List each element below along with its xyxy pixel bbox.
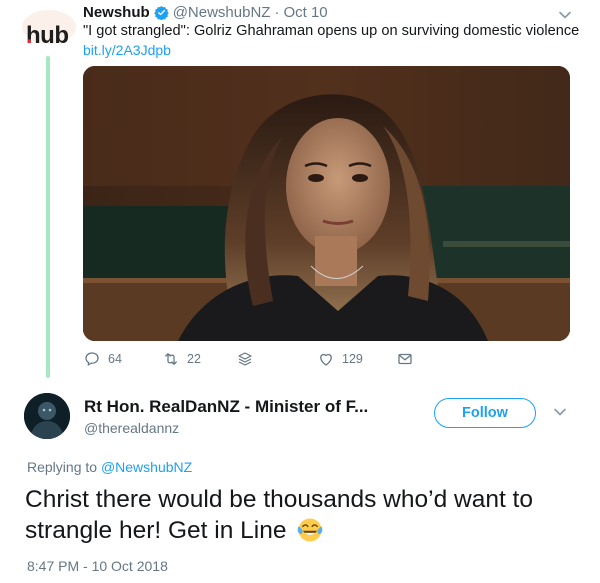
like-count: 129 — [342, 352, 363, 366]
follow-button[interactable]: Follow — [434, 398, 536, 428]
retweet-action[interactable]: 22 — [162, 350, 201, 368]
message-action[interactable] — [396, 350, 414, 368]
reply-author-name[interactable]: Rt Hon. RealDanNZ - Minister of F... — [84, 397, 368, 417]
reply-body: Christ there would be thousands who’d wa… — [25, 484, 585, 546]
stack-icon — [238, 352, 252, 366]
avatar-image — [24, 393, 70, 439]
retweet-count: 22 — [187, 352, 201, 366]
reply-body-text: Christ there would be thousands who’d wa… — [25, 486, 533, 544]
logo-dot: . — [26, 22, 33, 49]
like-action[interactable]: 129 — [317, 350, 363, 368]
reply-chevron-down-icon[interactable] — [553, 405, 567, 419]
reply-timestamp[interactable]: 8:47 PM - 10 Oct 2018 — [27, 558, 168, 574]
logo-text: hub — [26, 22, 69, 49]
reply-action[interactable]: 64 — [83, 350, 122, 368]
thread-line — [46, 56, 50, 378]
replying-prefix: Replying to — [27, 459, 101, 475]
author-handle[interactable]: @NewshubNZ — [173, 4, 271, 21]
stack-action[interactable] — [236, 350, 254, 368]
reply-count: 64 — [108, 352, 122, 366]
replying-mention[interactable]: @NewshubNZ — [101, 459, 192, 475]
heart-icon — [320, 353, 332, 366]
chevron-down-icon[interactable] — [558, 8, 572, 22]
photo-illustration — [83, 66, 570, 341]
replying-to: Replying to @NewshubNZ — [27, 459, 192, 475]
tweet-photo[interactable] — [83, 66, 570, 341]
newshub-logo[interactable]: hub. — [22, 10, 76, 49]
tweet-date[interactable]: Oct 10 — [283, 4, 327, 21]
reply-author-handle[interactable]: @therealdannz — [84, 420, 179, 436]
quoted-tweet-header: Newshub @NewshubNZ · Oct 10 — [83, 4, 328, 21]
quoted-tweet-text: "I got strangled": Golriz Ghahraman open… — [83, 23, 580, 39]
avatar[interactable] — [24, 393, 70, 439]
tweet-link[interactable]: bit.ly/2A3Jdpb — [83, 42, 171, 58]
retweet-icon — [165, 353, 177, 365]
author-name[interactable]: Newshub — [83, 4, 150, 21]
tweet-actions: 64 22 129 — [83, 350, 443, 372]
verified-badge-icon — [153, 5, 169, 20]
reply-icon — [85, 352, 99, 366]
message-icon — [398, 353, 412, 365]
face-with-tears-of-joy-icon — [298, 518, 323, 542]
separator-dot: · — [274, 4, 280, 21]
